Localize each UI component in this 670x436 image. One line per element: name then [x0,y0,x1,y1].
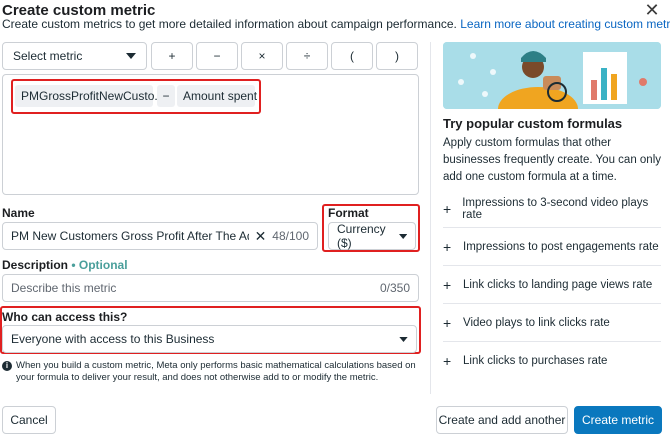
formula-metric-chip[interactable]: Amount spent [177,85,257,107]
popular-formula-label: Video plays to link clicks rate [463,316,610,329]
divide-operator-button[interactable]: ÷ [286,42,328,70]
select-metric-dropdown[interactable]: Select metric [2,42,147,70]
plus-icon: + [443,314,452,331]
format-dropdown[interactable]: Currency ($) [328,222,416,250]
info-icon: i [2,361,12,371]
info-note: i When you build a custom metric, Meta o… [2,360,422,384]
popular-formulas-title: Try popular custom formulas [443,116,623,131]
description-label: Description • Optional [2,258,128,272]
info-text: When you build a custom metric, Meta onl… [16,360,416,383]
clear-icon[interactable]: ✕ [255,228,267,245]
name-value: PM New Customers Gross Profit After The … [11,229,249,243]
description-placeholder: Describe this metric [11,281,117,295]
popular-formula-item[interactable]: + Impressions to 3-second video plays ra… [443,190,661,228]
name-field[interactable]: PM New Customers Gross Profit After The … [2,222,318,250]
format-value: Currency ($) [337,222,386,250]
subtitle-text: Create custom metrics to get more detail… [2,17,457,31]
multiply-operator-button[interactable]: × [241,42,283,70]
name-label: Name [2,206,35,220]
person-with-chart-illustration [443,42,661,109]
popular-formula-label: Link clicks to purchases rate [463,355,608,367]
popular-formula-label: Link clicks to landing page views rate [463,278,653,291]
formula-operator-chip[interactable]: − [157,85,175,107]
popular-formula-item[interactable]: + Link clicks to purchases rate [443,342,661,380]
create-metric-button[interactable]: Create metric [574,406,662,434]
chevron-down-icon [126,53,136,59]
description-field[interactable]: Describe this metric 0/350 [2,274,419,302]
cancel-button[interactable]: Cancel [2,406,56,434]
popular-formula-item[interactable]: + Video plays to link clicks rate [443,304,661,342]
optional-tag: • Optional [71,258,128,272]
minus-operator-button[interactable]: − [196,42,238,70]
chevron-down-icon [399,336,408,342]
plus-icon: + [443,238,452,255]
access-label: Who can access this? [2,310,128,324]
popular-formulas-illustration [443,42,661,109]
popular-formula-label: Impressions to 3-second video plays rate [462,196,649,221]
create-and-add-another-button[interactable]: Create and add another [436,406,568,434]
plus-icon: + [443,200,452,217]
close-paren-button[interactable]: ) [376,42,418,70]
close-icon[interactable]: ✕ [642,1,662,21]
access-value: Everyone with access to this Business [11,332,215,346]
open-paren-button[interactable]: ( [331,42,373,70]
formula-metric-chip[interactable]: PMGrossProfitNewCusto... [15,85,164,107]
dialog-subtitle: Create custom metrics to get more detail… [2,17,670,31]
name-counter: 48/100 [272,229,309,243]
chevron-down-icon [398,233,407,239]
popular-formula-item[interactable]: + Link clicks to landing page views rate [443,266,661,304]
description-counter: 0/350 [379,281,410,295]
description-label-text: Description [2,258,69,272]
learn-more-link[interactable]: Learn more about creating custom metrics [460,17,670,31]
select-metric-label: Select metric [13,49,83,63]
format-label: Format [328,206,369,220]
panel-divider [430,42,431,394]
plus-operator-button[interactable]: + [151,42,193,70]
popular-formula-item[interactable]: + Impressions to post engagements rate [443,228,661,266]
popular-formulas-description: Apply custom formulas that other busines… [443,137,662,183]
plus-icon: + [443,276,452,293]
access-dropdown[interactable]: Everyone with access to this Business [2,325,417,353]
popular-formula-label: Impressions to post engagements rate [463,240,659,253]
plus-icon: + [443,353,452,369]
